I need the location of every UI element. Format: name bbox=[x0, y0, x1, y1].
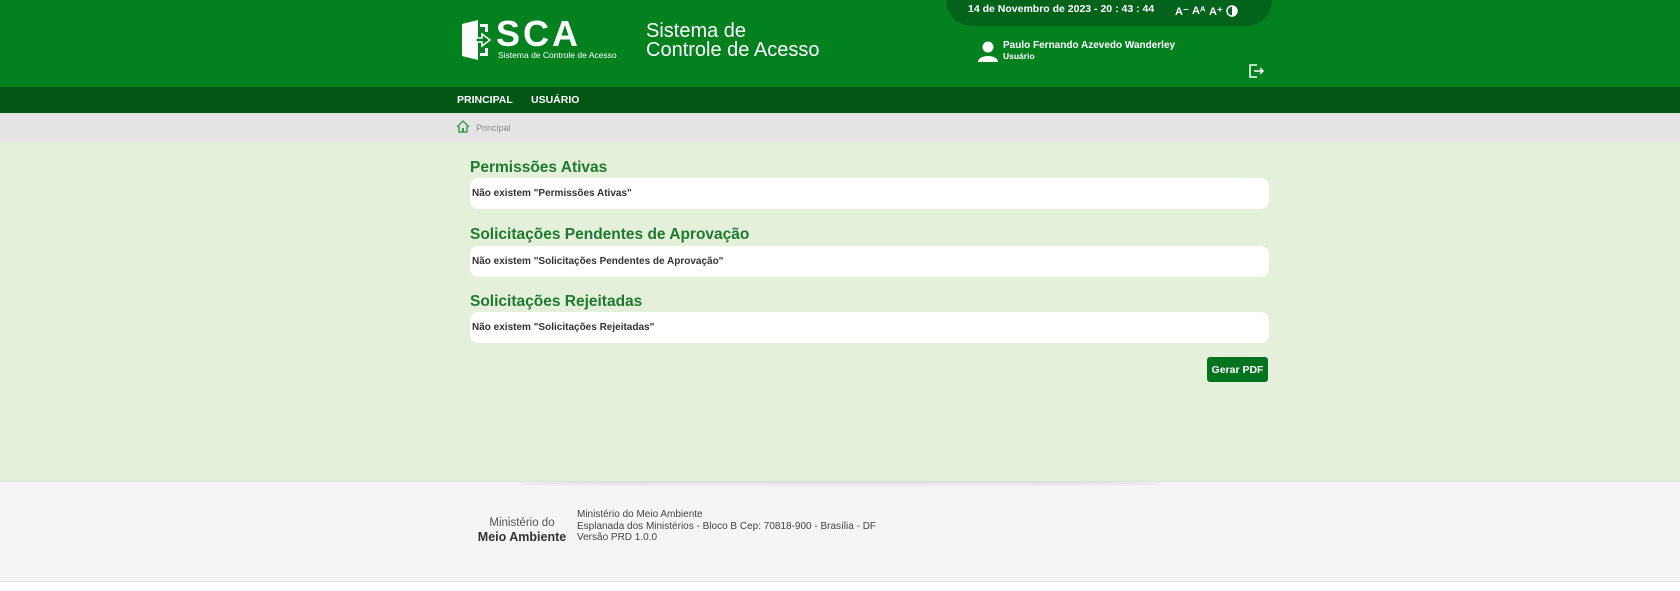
logout-icon[interactable] bbox=[1248, 63, 1264, 79]
home-icon[interactable] bbox=[456, 120, 470, 133]
system-title-line2: Controle de Acesso bbox=[646, 39, 820, 61]
breadcrumb: Principal bbox=[0, 113, 1680, 142]
door-logo-icon bbox=[462, 20, 492, 60]
footer-info-line2: Esplanada dos Ministérios - Bloco B Cep:… bbox=[577, 520, 877, 532]
ministerio-logo: Ministério do Meio Ambiente bbox=[474, 516, 570, 544]
datetime-display: 14 de Novembro de 2023 - 20 : 43 : 44 bbox=[968, 3, 1155, 15]
user-name: Paulo Fernando Azevedo Wanderley bbox=[1003, 40, 1176, 51]
contrast-icon[interactable] bbox=[1226, 5, 1238, 17]
footer-info-line1: Ministério do Meio Ambiente bbox=[577, 509, 703, 520]
nav-item-principal[interactable]: PRINCIPAL bbox=[457, 94, 513, 106]
footer-shadow bbox=[520, 481, 1160, 487]
empty-message: Não existem "Permissões Ativas" bbox=[472, 188, 632, 199]
logo-subtitle: Sistema de Controle de Acesso bbox=[498, 50, 617, 60]
footer: Ministério do Meio Ambiente Ministério d… bbox=[0, 481, 1680, 581]
footer-info: Ministério do Meio Ambiente Esplanada do… bbox=[577, 509, 876, 544]
font-increase-button[interactable]: A⁺ bbox=[1209, 5, 1223, 18]
user-role: Usuário bbox=[1003, 51, 1035, 61]
footer-version: Versão PRD 1.0.0 bbox=[577, 532, 658, 543]
panel-solicitacoes-rejeitadas: Não existem "Solicitações Rejeitadas" bbox=[470, 312, 1269, 343]
header: SCA Sistema de Controle de Acesso Sistem… bbox=[0, 0, 1680, 87]
page-bottom bbox=[0, 581, 1680, 591]
gerar-pdf-button[interactable]: Gerar PDF bbox=[1207, 357, 1268, 382]
breadcrumb-principal[interactable]: Principal bbox=[476, 123, 511, 133]
footer-logo-line2: Meio Ambiente bbox=[477, 530, 567, 544]
system-title: Sistema de Controle de Acesso bbox=[646, 21, 820, 61]
empty-message: Não existem "Solicitações Rejeitadas" bbox=[472, 322, 655, 333]
main-nav: PRINCIPAL USUÁRIO bbox=[0, 87, 1680, 113]
logo-text: SCA bbox=[496, 13, 582, 54]
footer-logo-line1: Ministério do bbox=[489, 517, 555, 529]
user-icon bbox=[978, 41, 998, 62]
sca-logo[interactable]: SCA Sistema de Controle de Acesso bbox=[460, 14, 640, 62]
main-content: Permissões Ativas Não existem "Permissõe… bbox=[0, 142, 1680, 481]
section-title-solicitacoes-rejeitadas: Solicitações Rejeitadas bbox=[470, 293, 643, 310]
panel-permissoes-ativas: Não existem "Permissões Ativas" bbox=[470, 178, 1269, 209]
font-decrease-button[interactable]: A⁻ bbox=[1175, 5, 1189, 18]
panel-solicitacoes-pendentes: Não existem "Solicitações Pendentes de A… bbox=[470, 246, 1269, 277]
section-title-solicitacoes-pendentes: Solicitações Pendentes de Aprovação bbox=[470, 226, 750, 243]
section-title-permissoes-ativas: Permissões Ativas bbox=[470, 159, 608, 176]
font-default-button[interactable]: Aᴬ bbox=[1192, 5, 1205, 17]
empty-message: Não existem "Solicitações Pendentes de A… bbox=[472, 256, 724, 267]
nav-item-usuario[interactable]: USUÁRIO bbox=[531, 94, 579, 106]
